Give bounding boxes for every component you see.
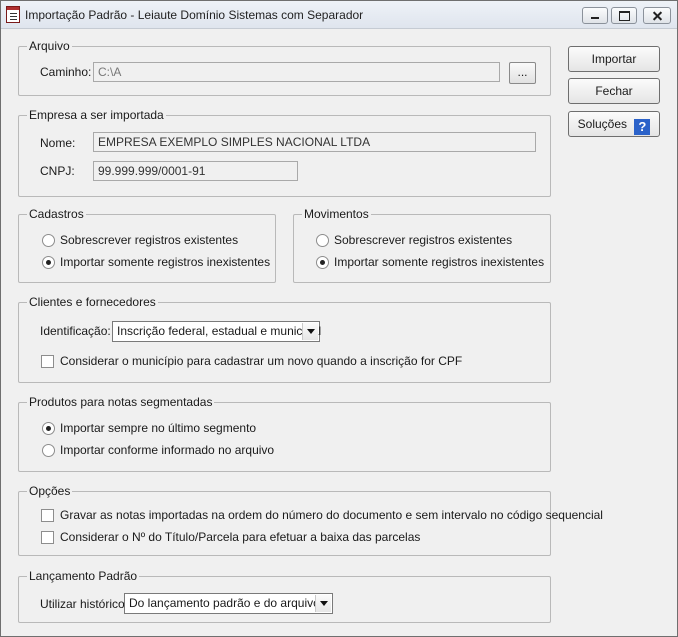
- help-icon: ?: [634, 119, 651, 135]
- identificacao-label: Identificação:: [40, 324, 111, 338]
- check-label: Gravar as notas importadas na ordem do n…: [60, 508, 603, 522]
- cnpj-label: CNPJ:: [40, 164, 75, 178]
- checkbox[interactable]: [41, 354, 54, 368]
- option-label: Sobrescrever registros existentes: [334, 233, 513, 247]
- produtos-legend: Produtos para notas segmentadas: [27, 395, 215, 409]
- movimentos-option-inexistentes[interactable]: Importar somente registros inexistentes: [316, 254, 544, 270]
- cnpj-field[interactable]: 99.999.999/0001-91: [93, 161, 298, 181]
- produtos-option-conforme-arquivo[interactable]: Importar conforme informado no arquivo: [42, 442, 274, 458]
- historico-value: Do lançamento padrão e do arquivo: [129, 596, 320, 610]
- checkbox[interactable]: [41, 508, 54, 522]
- chevron-down-icon[interactable]: [315, 595, 331, 612]
- option-label: Importar conforme informado no arquivo: [60, 443, 275, 457]
- radio-button[interactable]: [42, 233, 55, 247]
- importar-button[interactable]: Importar: [568, 46, 660, 72]
- import-dialog: Importação Padrão - Leiaute Domínio Sist…: [0, 0, 678, 637]
- identificacao-value: Inscrição federal, estadual e municipal: [117, 324, 322, 338]
- nome-label: Nome:: [40, 136, 76, 150]
- arquivo-legend: Arquivo: [27, 39, 72, 53]
- solucoes-label: Soluções: [577, 117, 628, 131]
- cadastros-legend: Cadastros: [27, 207, 86, 221]
- historico-label: Utilizar histórico:: [40, 597, 129, 611]
- arquivo-group: Arquivo Caminho: C:\A ...: [18, 39, 551, 96]
- caminho-label: Caminho:: [40, 65, 92, 79]
- option-label: Sobrescrever registros existentes: [60, 233, 239, 247]
- radio-button[interactable]: [316, 233, 329, 247]
- nome-field[interactable]: EMPRESA EXEMPLO SIMPLES NACIONAL LTDA: [93, 132, 536, 152]
- opcoes-group: Opções Gravar as notas importadas na ord…: [18, 484, 603, 556]
- solucoes-button[interactable]: Soluções ?: [568, 111, 660, 137]
- cadastros-group: Cadastros Sobrescrever registros existen…: [18, 207, 276, 283]
- radio-button-selected[interactable]: [42, 255, 55, 269]
- option-label: Importar sempre no último segmento: [60, 421, 257, 435]
- maximize-button[interactable]: [611, 7, 637, 24]
- movimentos-option-sobrescrever[interactable]: Sobrescrever registros existentes: [316, 232, 512, 248]
- considerar-titulo-check[interactable]: Considerar o Nº do Título/Parcela para e…: [41, 529, 420, 545]
- opcoes-legend: Opções: [27, 484, 73, 498]
- option-label: Importar somente registros inexistentes: [60, 255, 271, 269]
- empresa-group: Empresa a ser importada Nome: EMPRESA EX…: [18, 108, 551, 197]
- minimize-button[interactable]: [582, 7, 608, 24]
- considerar-municipio-check[interactable]: Considerar o município para cadastrar um…: [41, 353, 462, 369]
- historico-select[interactable]: Do lançamento padrão e do arquivo: [124, 593, 333, 614]
- movimentos-group: Movimentos Sobrescrever registros existe…: [293, 207, 551, 283]
- clientes-group: Clientes e fornecedores Identificação: I…: [18, 295, 551, 383]
- cadastros-option-inexistentes[interactable]: Importar somente registros inexistentes: [42, 254, 270, 270]
- checkbox[interactable]: [41, 530, 54, 544]
- movimentos-legend: Movimentos: [302, 207, 371, 221]
- chevron-down-icon[interactable]: [302, 323, 318, 340]
- document-icon: [6, 6, 20, 23]
- lancamento-group: Lançamento Padrão Utilizar histórico: Do…: [18, 569, 551, 623]
- empresa-legend: Empresa a ser importada: [27, 108, 166, 122]
- check-label: Considerar o Nº do Título/Parcela para e…: [60, 530, 421, 544]
- produtos-option-ultimo-segmento[interactable]: Importar sempre no último segmento: [42, 420, 256, 436]
- produtos-group: Produtos para notas segmentadas Importar…: [18, 395, 551, 472]
- window-title: Importação Padrão - Leiaute Domínio Sist…: [25, 8, 364, 22]
- gravar-ordem-check[interactable]: Gravar as notas importadas na ordem do n…: [41, 507, 603, 523]
- check-label: Considerar o município para cadastrar um…: [60, 354, 463, 368]
- radio-button-selected[interactable]: [42, 421, 55, 435]
- browse-button[interactable]: ...: [509, 62, 536, 84]
- clientes-legend: Clientes e fornecedores: [27, 295, 158, 309]
- close-window-button[interactable]: [643, 7, 671, 24]
- radio-button[interactable]: [42, 443, 55, 457]
- option-label: Importar somente registros inexistentes: [334, 255, 545, 269]
- title-bar[interactable]: Importação Padrão - Leiaute Domínio Sist…: [1, 1, 677, 29]
- caminho-field[interactable]: C:\A: [93, 62, 500, 82]
- identificacao-select[interactable]: Inscrição federal, estadual e municipal: [112, 321, 322, 342]
- radio-button-selected[interactable]: [316, 255, 329, 269]
- cadastros-option-sobrescrever[interactable]: Sobrescrever registros existentes: [42, 232, 238, 248]
- lancamento-legend: Lançamento Padrão: [27, 569, 140, 583]
- fechar-button[interactable]: Fechar: [568, 78, 660, 104]
